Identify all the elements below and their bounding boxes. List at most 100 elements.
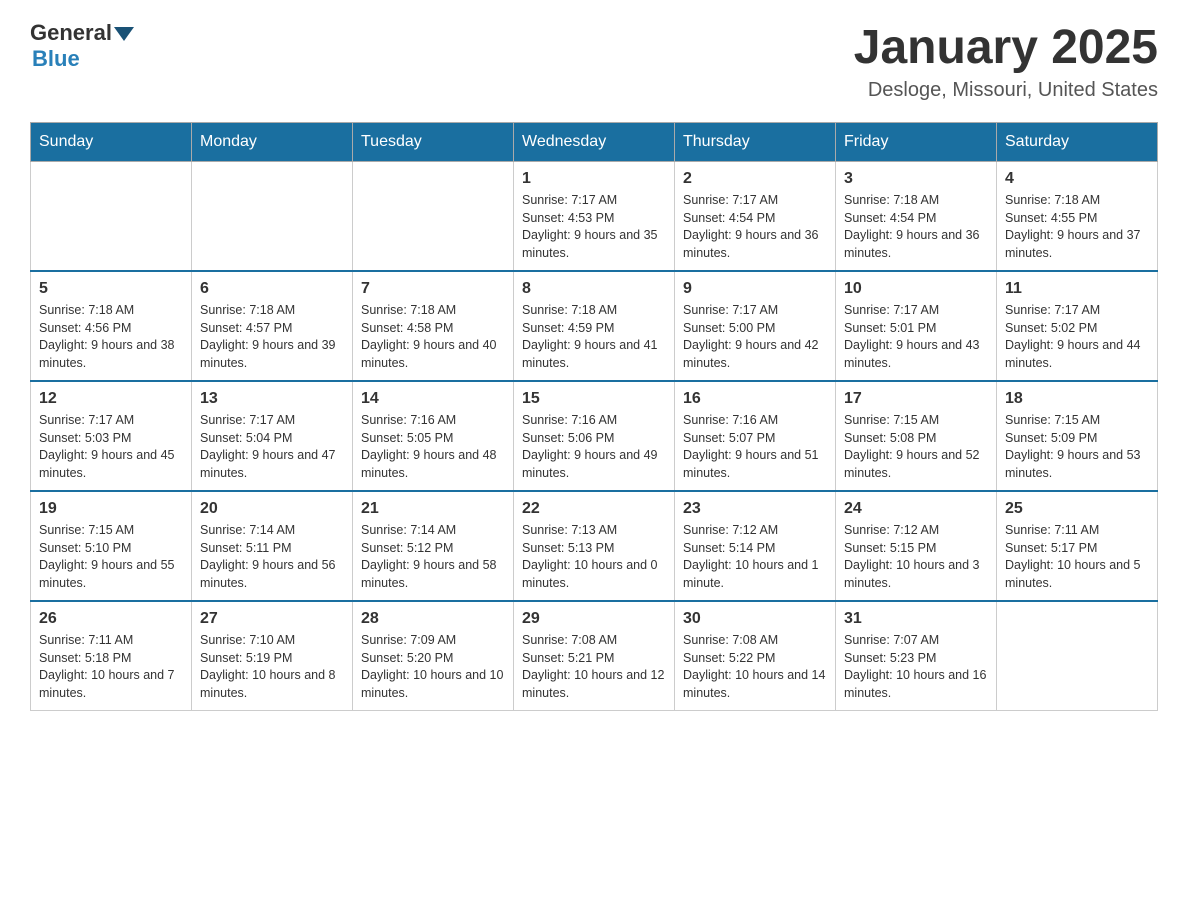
- calendar-cell: 6 Sunrise: 7:18 AMSunset: 4:57 PMDaylight…: [192, 271, 353, 381]
- page-header: General Blue January 2025 Desloge, Misso…: [30, 20, 1158, 102]
- day-info: Sunrise: 7:11 AMSunset: 5:18 PMDaylight:…: [39, 632, 183, 702]
- day-info: Sunrise: 7:11 AMSunset: 5:17 PMDaylight:…: [1005, 522, 1149, 592]
- day-number: 24: [844, 500, 988, 518]
- day-info: Sunrise: 7:17 AMSunset: 5:02 PMDaylight:…: [1005, 302, 1149, 372]
- day-number: 6: [200, 280, 344, 298]
- calendar-cell: 13 Sunrise: 7:17 AMSunset: 5:04 PMDayligh…: [192, 381, 353, 491]
- day-number: 15: [522, 390, 666, 408]
- day-number: 12: [39, 390, 183, 408]
- day-info: Sunrise: 7:10 AMSunset: 5:19 PMDaylight:…: [200, 632, 344, 702]
- day-number: 3: [844, 170, 988, 188]
- calendar-cell: 24Sunrise: 7:12 AMSunset: 5:15 PMDayligh…: [836, 491, 997, 601]
- day-info: Sunrise: 7:08 AMSunset: 5:21 PMDaylight:…: [522, 632, 666, 702]
- calendar-cell: 2Sunrise: 7:17 AMSunset: 4:54 PMDaylight…: [675, 162, 836, 272]
- day-number: 25: [1005, 500, 1149, 518]
- day-number: 30: [683, 610, 827, 628]
- day-info: Sunrise: 7:18 AMSunset: 4:56 PMDaylight:…: [39, 302, 183, 372]
- day-number: 17: [844, 390, 988, 408]
- location-subtitle: Desloge, Missouri, United States: [854, 79, 1158, 102]
- day-number: 29: [522, 610, 666, 628]
- calendar-cell: 27 Sunrise: 7:10 AMSunset: 5:19 PMDayligh…: [192, 601, 353, 711]
- logo-general-text: General: [30, 20, 112, 46]
- weekday-header-tuesday: Tuesday: [353, 123, 514, 162]
- calendar-week-row: 19 Sunrise: 7:15 AMSunset: 5:10 PMDayligh…: [31, 491, 1158, 601]
- day-info: Sunrise: 7:12 AMSunset: 5:14 PMDaylight:…: [683, 522, 827, 592]
- weekday-header-sunday: Sunday: [31, 123, 192, 162]
- calendar-week-row: 12 Sunrise: 7:17 AMSunset: 5:03 PMDayligh…: [31, 381, 1158, 491]
- day-info: Sunrise: 7:16 AMSunset: 5:07 PMDaylight:…: [683, 412, 827, 482]
- weekday-header-saturday: Saturday: [997, 123, 1158, 162]
- calendar-cell: 21 Sunrise: 7:14 AMSunset: 5:12 PMDayligh…: [353, 491, 514, 601]
- calendar-cell: 18 Sunrise: 7:15 AMSunset: 5:09 PMDayligh…: [997, 381, 1158, 491]
- day-number: 21: [361, 500, 505, 518]
- day-number: 23: [683, 500, 827, 518]
- day-info: Sunrise: 7:17 AMSunset: 5:01 PMDaylight:…: [844, 302, 988, 372]
- calendar-cell: 12 Sunrise: 7:17 AMSunset: 5:03 PMDayligh…: [31, 381, 192, 491]
- day-number: 28: [361, 610, 505, 628]
- calendar-week-row: 5 Sunrise: 7:18 AMSunset: 4:56 PMDaylight…: [31, 271, 1158, 381]
- day-number: 13: [200, 390, 344, 408]
- calendar-cell: 10Sunrise: 7:17 AMSunset: 5:01 PMDayligh…: [836, 271, 997, 381]
- calendar-cell: [997, 601, 1158, 711]
- day-number: 31: [844, 610, 988, 628]
- calendar-cell: 1 Sunrise: 7:17 AMSunset: 4:53 PMDaylight…: [514, 162, 675, 272]
- weekday-header-friday: Friday: [836, 123, 997, 162]
- calendar-cell: 31 Sunrise: 7:07 AMSunset: 5:23 PMDayligh…: [836, 601, 997, 711]
- day-info: Sunrise: 7:15 AMSunset: 5:09 PMDaylight:…: [1005, 412, 1149, 482]
- calendar-cell: 23 Sunrise: 7:12 AMSunset: 5:14 PMDayligh…: [675, 491, 836, 601]
- calendar-cell: 4 Sunrise: 7:18 AMSunset: 4:55 PMDaylight…: [997, 162, 1158, 272]
- day-number: 4: [1005, 170, 1149, 188]
- calendar-cell: 9Sunrise: 7:17 AMSunset: 5:00 PMDaylight…: [675, 271, 836, 381]
- calendar-cell: 28 Sunrise: 7:09 AMSunset: 5:20 PMDayligh…: [353, 601, 514, 711]
- day-info: Sunrise: 7:09 AMSunset: 5:20 PMDaylight:…: [361, 632, 505, 702]
- day-info: Sunrise: 7:17 AMSunset: 5:04 PMDaylight:…: [200, 412, 344, 482]
- day-number: 14: [361, 390, 505, 408]
- day-info: Sunrise: 7:15 AMSunset: 5:10 PMDaylight:…: [39, 522, 183, 592]
- day-number: 7: [361, 280, 505, 298]
- month-year-title: January 2025: [854, 20, 1158, 75]
- calendar-cell: 11Sunrise: 7:17 AMSunset: 5:02 PMDayligh…: [997, 271, 1158, 381]
- day-number: 20: [200, 500, 344, 518]
- day-info: Sunrise: 7:18 AMSunset: 4:55 PMDaylight:…: [1005, 192, 1149, 262]
- day-info: Sunrise: 7:18 AMSunset: 4:57 PMDaylight:…: [200, 302, 344, 372]
- day-number: 19: [39, 500, 183, 518]
- day-info: Sunrise: 7:17 AMSunset: 5:03 PMDaylight:…: [39, 412, 183, 482]
- day-info: Sunrise: 7:16 AMSunset: 5:05 PMDaylight:…: [361, 412, 505, 482]
- day-info: Sunrise: 7:16 AMSunset: 5:06 PMDaylight:…: [522, 412, 666, 482]
- calendar-cell: 22Sunrise: 7:13 AMSunset: 5:13 PMDayligh…: [514, 491, 675, 601]
- day-number: 27: [200, 610, 344, 628]
- calendar-cell: 5 Sunrise: 7:18 AMSunset: 4:56 PMDaylight…: [31, 271, 192, 381]
- calendar-cell: 14 Sunrise: 7:16 AMSunset: 5:05 PMDayligh…: [353, 381, 514, 491]
- day-info: Sunrise: 7:14 AMSunset: 5:11 PMDaylight:…: [200, 522, 344, 592]
- calendar-cell: [31, 162, 192, 272]
- day-info: Sunrise: 7:18 AMSunset: 4:59 PMDaylight:…: [522, 302, 666, 372]
- logo: General Blue: [30, 20, 134, 72]
- calendar-cell: 15 Sunrise: 7:16 AMSunset: 5:06 PMDayligh…: [514, 381, 675, 491]
- weekday-header-monday: Monday: [192, 123, 353, 162]
- day-info: Sunrise: 7:14 AMSunset: 5:12 PMDaylight:…: [361, 522, 505, 592]
- day-info: Sunrise: 7:18 AMSunset: 4:54 PMDaylight:…: [844, 192, 988, 262]
- day-number: 8: [522, 280, 666, 298]
- calendar-cell: 16 Sunrise: 7:16 AMSunset: 5:07 PMDayligh…: [675, 381, 836, 491]
- calendar-cell: 17Sunrise: 7:15 AMSunset: 5:08 PMDayligh…: [836, 381, 997, 491]
- day-number: 26: [39, 610, 183, 628]
- calendar-cell: 20 Sunrise: 7:14 AMSunset: 5:11 PMDayligh…: [192, 491, 353, 601]
- day-info: Sunrise: 7:07 AMSunset: 5:23 PMDaylight:…: [844, 632, 988, 702]
- calendar-cell: 29 Sunrise: 7:08 AMSunset: 5:21 PMDayligh…: [514, 601, 675, 711]
- calendar-cell: 26 Sunrise: 7:11 AMSunset: 5:18 PMDayligh…: [31, 601, 192, 711]
- weekday-header-thursday: Thursday: [675, 123, 836, 162]
- day-number: 5: [39, 280, 183, 298]
- day-number: 1: [522, 170, 666, 188]
- day-info: Sunrise: 7:17 AMSunset: 4:54 PMDaylight:…: [683, 192, 827, 262]
- day-info: Sunrise: 7:08 AMSunset: 5:22 PMDaylight:…: [683, 632, 827, 702]
- calendar-cell: 7Sunrise: 7:18 AMSunset: 4:58 PMDaylight…: [353, 271, 514, 381]
- calendar-week-row: 1 Sunrise: 7:17 AMSunset: 4:53 PMDaylight…: [31, 162, 1158, 272]
- day-number: 18: [1005, 390, 1149, 408]
- day-info: Sunrise: 7:17 AMSunset: 5:00 PMDaylight:…: [683, 302, 827, 372]
- day-info: Sunrise: 7:17 AMSunset: 4:53 PMDaylight:…: [522, 192, 666, 262]
- calendar-cell: 30 Sunrise: 7:08 AMSunset: 5:22 PMDayligh…: [675, 601, 836, 711]
- day-number: 22: [522, 500, 666, 518]
- day-number: 16: [683, 390, 827, 408]
- weekday-header-wednesday: Wednesday: [514, 123, 675, 162]
- calendar-cell: 25 Sunrise: 7:11 AMSunset: 5:17 PMDayligh…: [997, 491, 1158, 601]
